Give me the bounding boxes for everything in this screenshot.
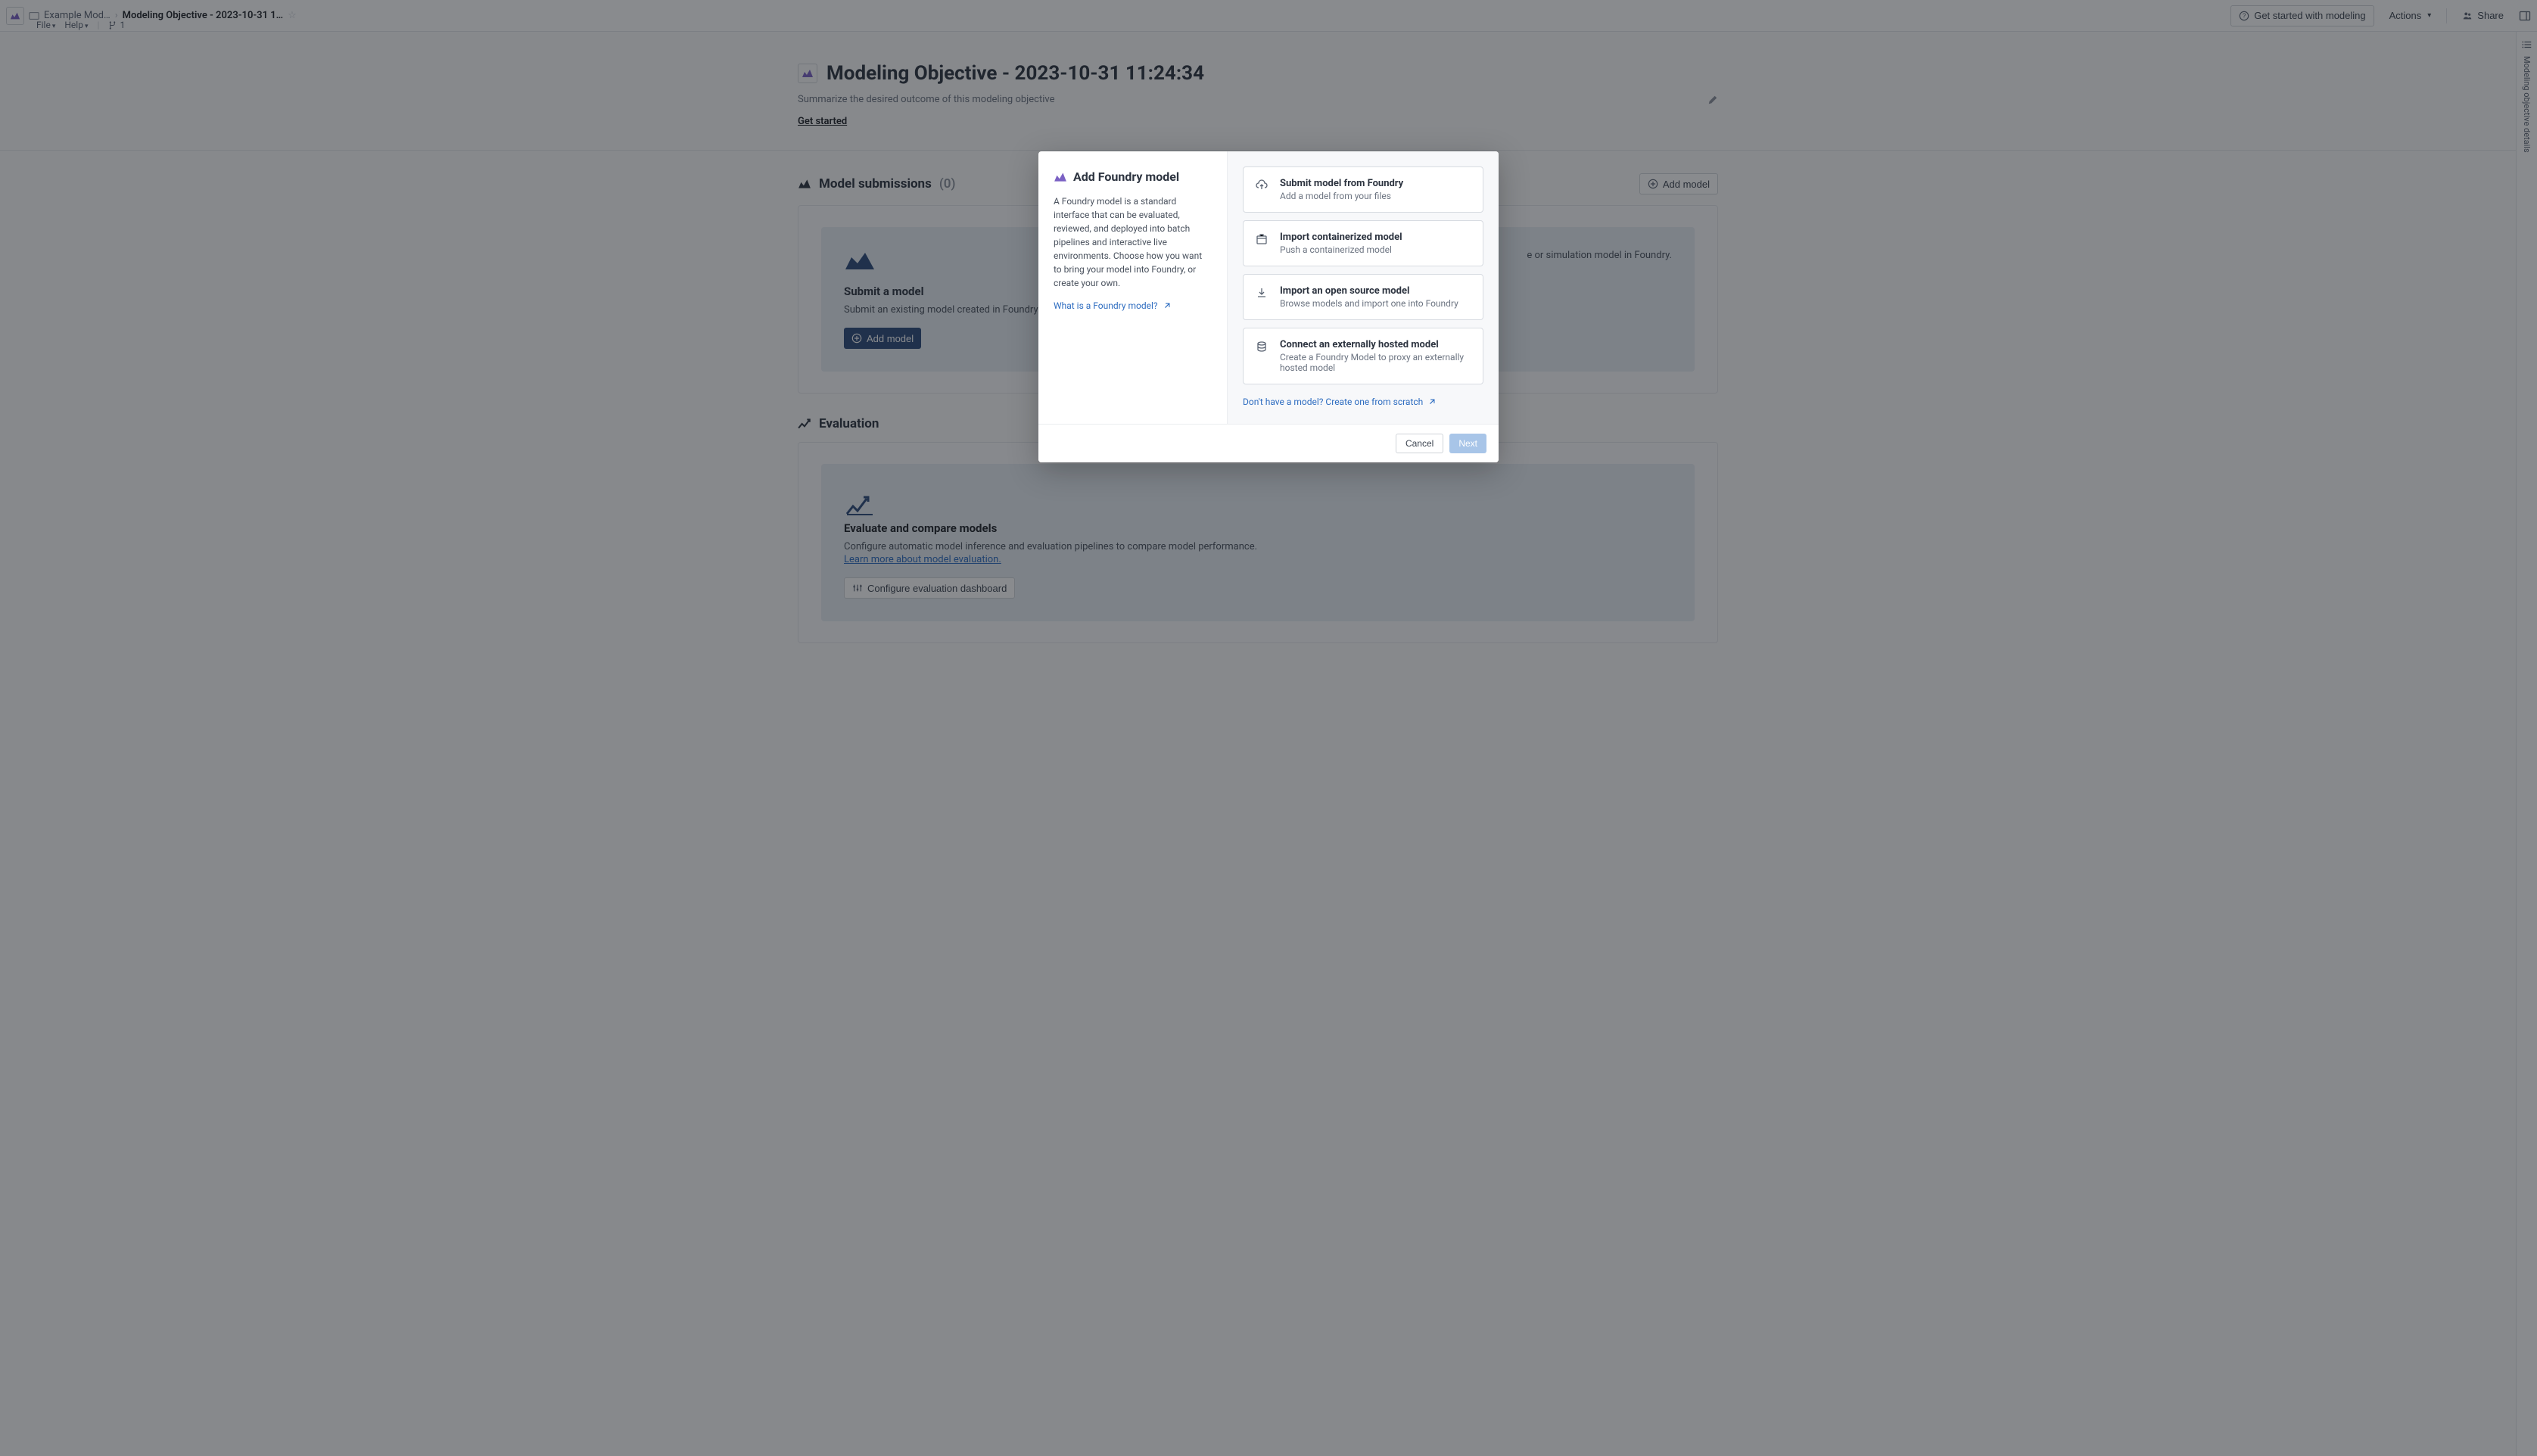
cancel-button[interactable]: Cancel — [1396, 434, 1443, 453]
modal-overlay[interactable]: Add Foundry model A Foundry model is a s… — [0, 0, 2537, 1456]
what-is-model-link[interactable]: What is a Foundry model? — [1054, 300, 1171, 311]
create-from-scratch-link[interactable]: Don't have a model? Create one from scra… — [1243, 397, 1483, 407]
option-import-open-source[interactable]: Import an open source model Browse model… — [1243, 274, 1483, 320]
modal-title: Add Foundry model — [1073, 170, 1179, 184]
download-icon — [1256, 287, 1268, 299]
external-link-icon — [1427, 398, 1436, 406]
option-import-containerized[interactable]: Import containerized model Push a contai… — [1243, 220, 1483, 266]
external-link-icon — [1163, 302, 1171, 310]
database-icon — [1256, 341, 1268, 353]
option-connect-external[interactable]: Connect an externally hosted model Creat… — [1243, 328, 1483, 384]
add-model-modal: Add Foundry model A Foundry model is a s… — [1038, 151, 1499, 462]
modal-description: A Foundry model is a standard interface … — [1054, 194, 1212, 290]
next-button[interactable]: Next — [1449, 434, 1486, 453]
option-submit-from-foundry[interactable]: Submit model from Foundry Add a model fr… — [1243, 166, 1483, 213]
model-icon — [1054, 170, 1067, 184]
cloud-upload-icon — [1256, 179, 1268, 191]
package-icon — [1256, 233, 1268, 245]
